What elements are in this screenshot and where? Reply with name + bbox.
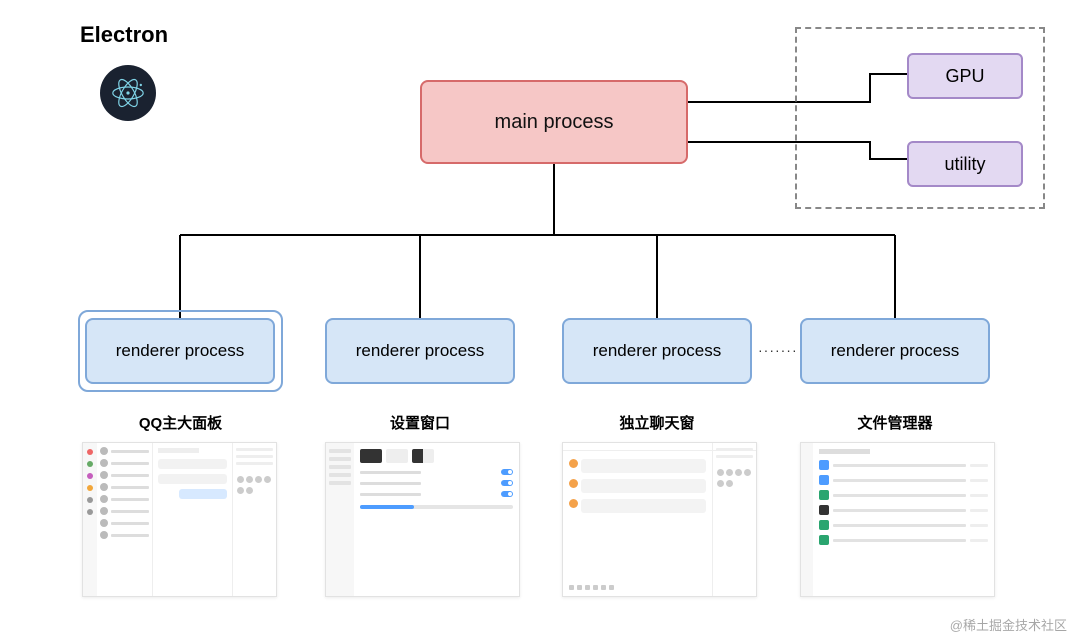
renderer-process-node: renderer process	[85, 318, 275, 384]
renderer-process-node: renderer process	[562, 318, 752, 384]
gpu-process-node: GPU	[907, 53, 1023, 99]
watermark: @稀土掘金技术社区	[950, 615, 1067, 634]
renderer-caption: QQ主大面板	[78, 412, 283, 433]
renderer-process-node: renderer process	[800, 318, 990, 384]
screenshot-settings-window	[325, 442, 520, 597]
diagram-title: Electron	[80, 22, 168, 48]
helper-process-group: GPU utility	[795, 27, 1045, 209]
screenshot-file-manager	[800, 442, 995, 597]
renderer-process-node: renderer process	[325, 318, 515, 384]
main-process-node: main process	[420, 80, 688, 164]
renderer-caption: 文件管理器	[800, 412, 990, 433]
utility-process-node: utility	[907, 141, 1023, 187]
screenshot-qq-main-panel	[82, 442, 277, 597]
screenshot-standalone-chat	[562, 442, 757, 597]
electron-logo	[100, 65, 156, 121]
renderer-caption: 设置窗口	[325, 412, 515, 433]
ellipsis-more-renderers: ·······	[758, 342, 798, 358]
renderer-caption: 独立聊天窗	[562, 412, 752, 433]
